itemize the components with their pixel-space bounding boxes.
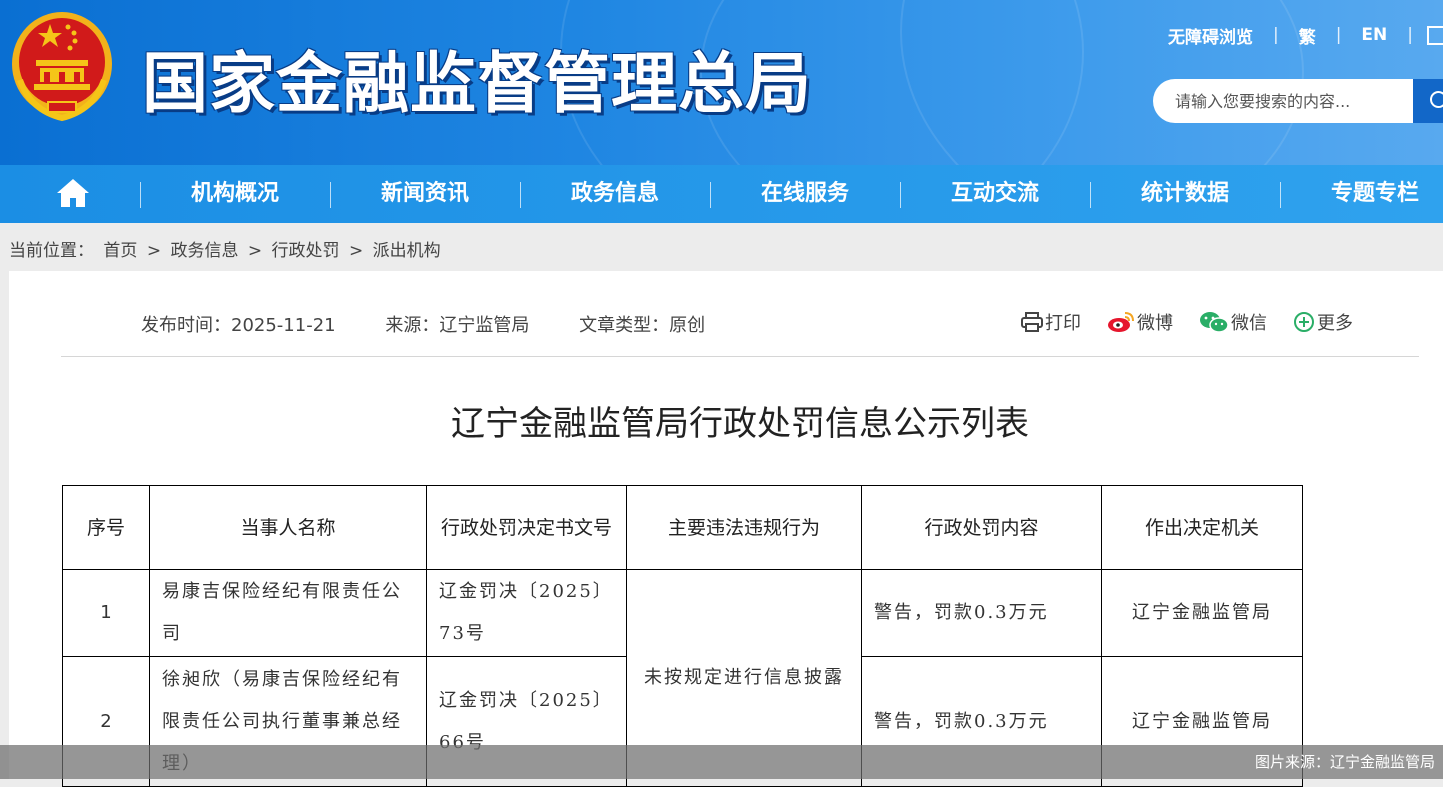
more-label: 更多 bbox=[1317, 313, 1353, 334]
plus-circle-icon bbox=[1294, 312, 1314, 332]
nav-item-interaction[interactable]: 互动交流 bbox=[900, 165, 1090, 223]
breadcrumb-separator: > bbox=[348, 241, 364, 261]
main-nav: 机构概况 新闻资讯 政务信息 在线服务 互动交流 统计数据 专题专栏 bbox=[0, 165, 1443, 223]
breadcrumb-label: 当前位置： bbox=[9, 241, 94, 261]
article-meta: 发布时间：2025-11-21 来源：辽宁监管局 文章类型：原创 bbox=[141, 311, 749, 337]
breadcrumb-government-info[interactable]: 政务信息 bbox=[170, 241, 238, 261]
article-title: 辽宁金融监管局行政处罚信息公示列表 bbox=[451, 404, 1029, 444]
cell-authority: 辽宁金融监管局 bbox=[1101, 569, 1303, 657]
article-content: 发布时间：2025-11-21 来源：辽宁监管局 文章类型：原创 打印 微博 微… bbox=[9, 271, 1443, 787]
image-source-caption: 图片来源：辽宁金融监管局 bbox=[1254, 753, 1435, 771]
more-share-button[interactable]: 更多 bbox=[1293, 309, 1353, 335]
print-label: 打印 bbox=[1045, 313, 1081, 334]
cell-doc-no: 辽金罚决〔2025〕73号 bbox=[426, 569, 627, 657]
header-index: 序号 bbox=[62, 485, 150, 570]
breadcrumb: 当前位置： 首页 > 政务信息 > 行政处罚 > 派出机构 bbox=[9, 236, 445, 261]
header-doc-no: 行政处罚决定书文号 bbox=[426, 485, 627, 570]
nav-home[interactable] bbox=[0, 165, 140, 223]
publish-time: 发布时间：2025-11-21 bbox=[141, 315, 336, 336]
table-header-row: 序号 当事人名称 行政处罚决定书文号 主要违法违规行为 行政处罚内容 作出决定机… bbox=[62, 485, 1303, 570]
search-icon bbox=[1430, 91, 1443, 108]
header-penalty-content: 行政处罚内容 bbox=[861, 485, 1102, 570]
print-button[interactable]: 打印 bbox=[1021, 309, 1081, 335]
cell-party: 易康吉保险经纪有限责任公司 bbox=[149, 569, 427, 657]
cell-index: 1 bbox=[62, 569, 150, 657]
nav-item-online-services[interactable]: 在线服务 bbox=[710, 165, 900, 223]
site-title[interactable]: 国家金融监督管理总局 bbox=[142, 30, 812, 126]
national-emblem-icon[interactable] bbox=[10, 10, 114, 122]
breadcrumb-home[interactable]: 首页 bbox=[103, 241, 137, 261]
search-input[interactable] bbox=[1153, 79, 1415, 123]
breadcrumb-branch-offices[interactable]: 派出机构 bbox=[373, 241, 441, 261]
article-source: 来源：辽宁监管局 bbox=[385, 315, 530, 336]
header-party: 当事人名称 bbox=[149, 485, 427, 570]
breadcrumb-penalties[interactable]: 行政处罚 bbox=[272, 241, 340, 261]
nav-item-about[interactable]: 机构概况 bbox=[140, 165, 330, 223]
top-links: 无障碍浏览 | 繁 | EN | bbox=[1168, 22, 1443, 48]
wechat-label: 微信 bbox=[1231, 313, 1267, 334]
mail-icon[interactable] bbox=[1427, 25, 1443, 45]
weibo-icon bbox=[1108, 312, 1134, 332]
share-bar: 打印 微博 微信 更多 bbox=[995, 309, 1353, 335]
cell-penalty-content: 警告，罚款0.3万元 bbox=[861, 569, 1102, 657]
breadcrumb-separator: > bbox=[146, 241, 162, 261]
home-icon bbox=[57, 179, 89, 207]
search-button[interactable] bbox=[1413, 79, 1443, 123]
penalty-table: 序号 当事人名称 行政处罚决定书文号 主要违法违规行为 行政处罚内容 作出决定机… bbox=[62, 485, 1303, 787]
table-row: 1 易康吉保险经纪有限责任公司 辽金罚决〔2025〕73号 未按规定进行信息披露… bbox=[62, 569, 1303, 787]
nav-item-news[interactable]: 新闻资讯 bbox=[330, 165, 520, 223]
breadcrumb-separator: > bbox=[247, 241, 263, 261]
printer-icon bbox=[1021, 312, 1043, 332]
wechat-share-button[interactable]: 微信 bbox=[1199, 309, 1267, 335]
article-type: 文章类型：原创 bbox=[579, 315, 706, 336]
link-divider: | bbox=[1272, 25, 1279, 45]
wechat-icon bbox=[1200, 312, 1229, 333]
nav-item-special-topics[interactable]: 专题专栏 bbox=[1280, 165, 1443, 223]
header-violation: 主要违法违规行为 bbox=[626, 485, 862, 570]
weibo-share-button[interactable]: 微博 bbox=[1107, 309, 1173, 335]
link-divider: | bbox=[1407, 25, 1413, 45]
nav-item-statistics[interactable]: 统计数据 bbox=[1090, 165, 1280, 223]
divider bbox=[61, 356, 1419, 357]
site-header: 国家金融监督管理总局 无障碍浏览 | 繁 | EN | bbox=[0, 0, 1443, 165]
english-link[interactable]: EN bbox=[1361, 25, 1387, 45]
image-caption-bar: 图片来源：辽宁金融监管局 bbox=[0, 745, 1443, 779]
nav-item-government-info[interactable]: 政务信息 bbox=[520, 165, 710, 223]
traditional-chinese-link[interactable]: 繁 bbox=[1299, 23, 1316, 48]
accessibility-link[interactable]: 无障碍浏览 bbox=[1168, 23, 1253, 48]
header-authority: 作出决定机关 bbox=[1101, 485, 1303, 570]
weibo-label: 微博 bbox=[1137, 313, 1173, 334]
link-divider: | bbox=[1335, 25, 1342, 45]
